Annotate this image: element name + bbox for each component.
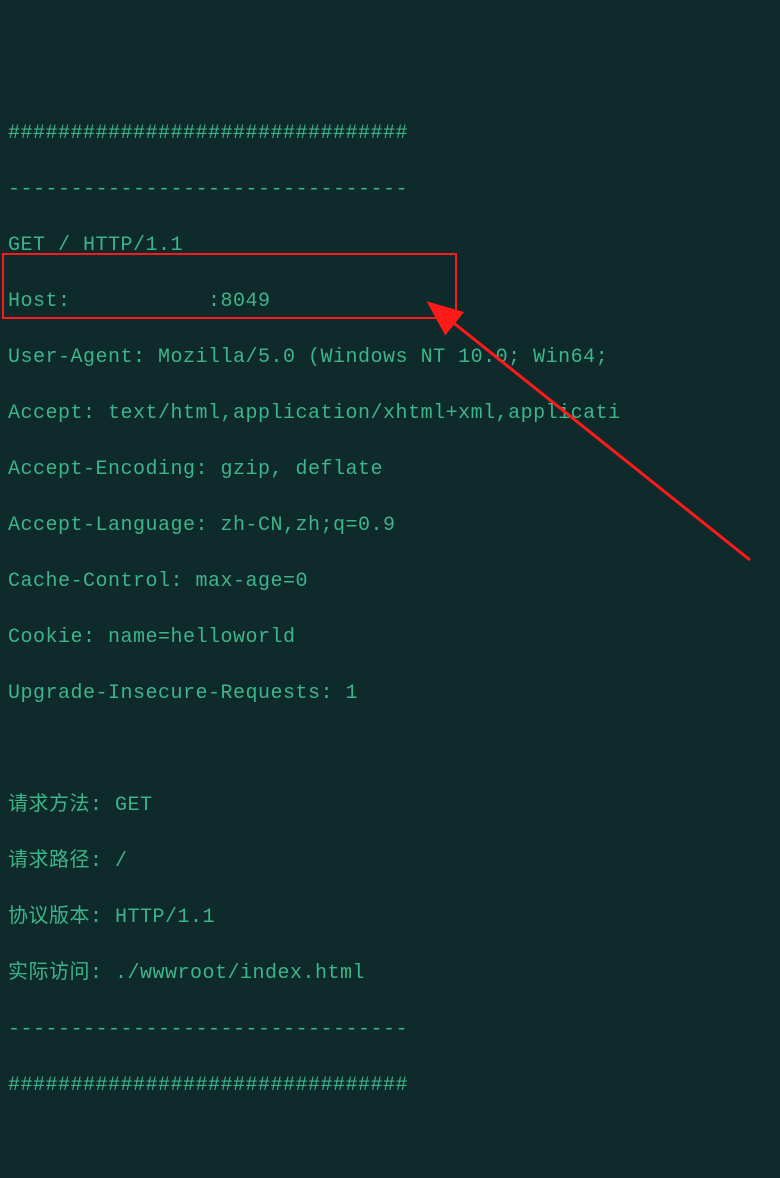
actual-access: 实际访问: ./wwwroot/index.html xyxy=(8,960,772,988)
request-path: 请求路径: / xyxy=(8,848,772,876)
separator-dash: -------------------------------- xyxy=(8,176,772,204)
request-line: GET / HTTP/1.1 xyxy=(8,232,772,260)
header-accept-encoding: Accept-Encoding: gzip, deflate xyxy=(8,456,772,484)
separator-hash-2: ################################ xyxy=(8,1072,772,1100)
header-cookie: Cookie: name=helloworld xyxy=(8,624,772,652)
header-accept-language: Accept-Language: zh-CN,zh;q=0.9 xyxy=(8,512,772,540)
header-cache-control: Cache-Control: max-age=0 xyxy=(8,568,772,596)
separator-dash-2: -------------------------------- xyxy=(8,1016,772,1044)
request-method: 请求方法: GET xyxy=(8,792,772,820)
header-host: Host: :8049 xyxy=(8,288,772,316)
protocol-version: 协议版本: HTTP/1.1 xyxy=(8,904,772,932)
header-user-agent: User-Agent: Mozilla/5.0 (Windows NT 10.0… xyxy=(8,344,772,372)
header-accept: Accept: text/html,application/xhtml+xml,… xyxy=(8,400,772,428)
separator-hash: ################################ xyxy=(8,120,772,148)
header-upgrade: Upgrade-Insecure-Requests: 1 xyxy=(8,680,772,708)
